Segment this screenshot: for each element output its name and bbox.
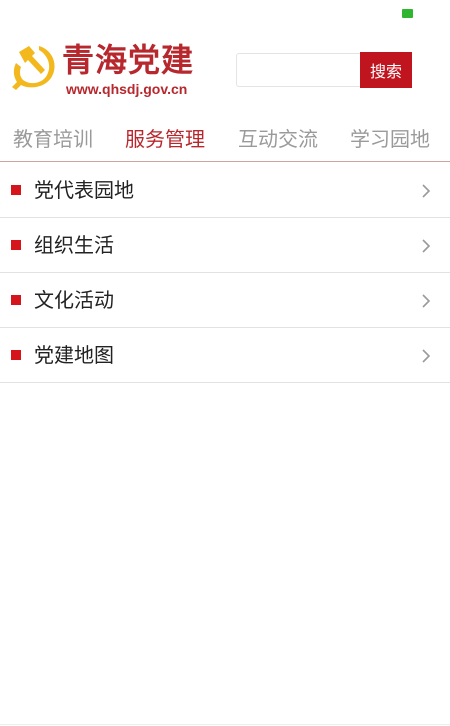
menu-item-party-map[interactable]: 党建地图 [0,328,450,383]
battery-icon [402,9,413,18]
bullet-square-icon [11,185,21,195]
menu-item-label: 文化活动 [34,288,114,312]
menu-item-delegate-garden[interactable]: 党代表园地 [0,163,450,218]
status-bar [0,0,450,28]
site-header: 青海党建 www.qhsdj.gov.cn 搜索 [0,28,450,118]
tab-interaction[interactable]: 互动交流 [238,124,318,154]
menu-item-label: 组织生活 [34,233,114,257]
menu-item-organization-life[interactable]: 组织生活 [0,218,450,273]
menu-list: 党代表园地 组织生活 文化活动 党建地图 [0,163,450,383]
bullet-square-icon [11,350,21,360]
tab-study-garden[interactable]: 学习园地 [350,124,430,154]
tab-service-management[interactable]: 服务管理 [125,124,205,154]
menu-item-label: 党建地图 [34,343,114,367]
chevron-right-icon [422,239,431,253]
site-url: www.qhsdj.gov.cn [66,81,188,97]
bullet-square-icon [11,240,21,250]
category-tabs: 教育培训 服务管理 互动交流 学习园地 [0,118,450,162]
app-screen: 青海党建 www.qhsdj.gov.cn 搜索 教育培训 服务管理 互动交流 … [0,0,450,726]
menu-item-label: 党代表园地 [34,178,134,202]
site-logo-title: 青海党建 [62,41,195,79]
chevron-right-icon [422,294,431,308]
tab-education-training[interactable]: 教育培训 [13,124,93,154]
menu-item-cultural-activities[interactable]: 文化活动 [0,273,450,328]
search-button[interactable]: 搜索 [360,52,412,88]
chevron-right-icon [422,349,431,363]
hammer-sickle-icon [12,46,55,90]
chevron-right-icon [422,184,431,198]
search-input[interactable] [236,53,360,87]
bullet-square-icon [11,295,21,305]
bottom-divider [0,724,450,725]
